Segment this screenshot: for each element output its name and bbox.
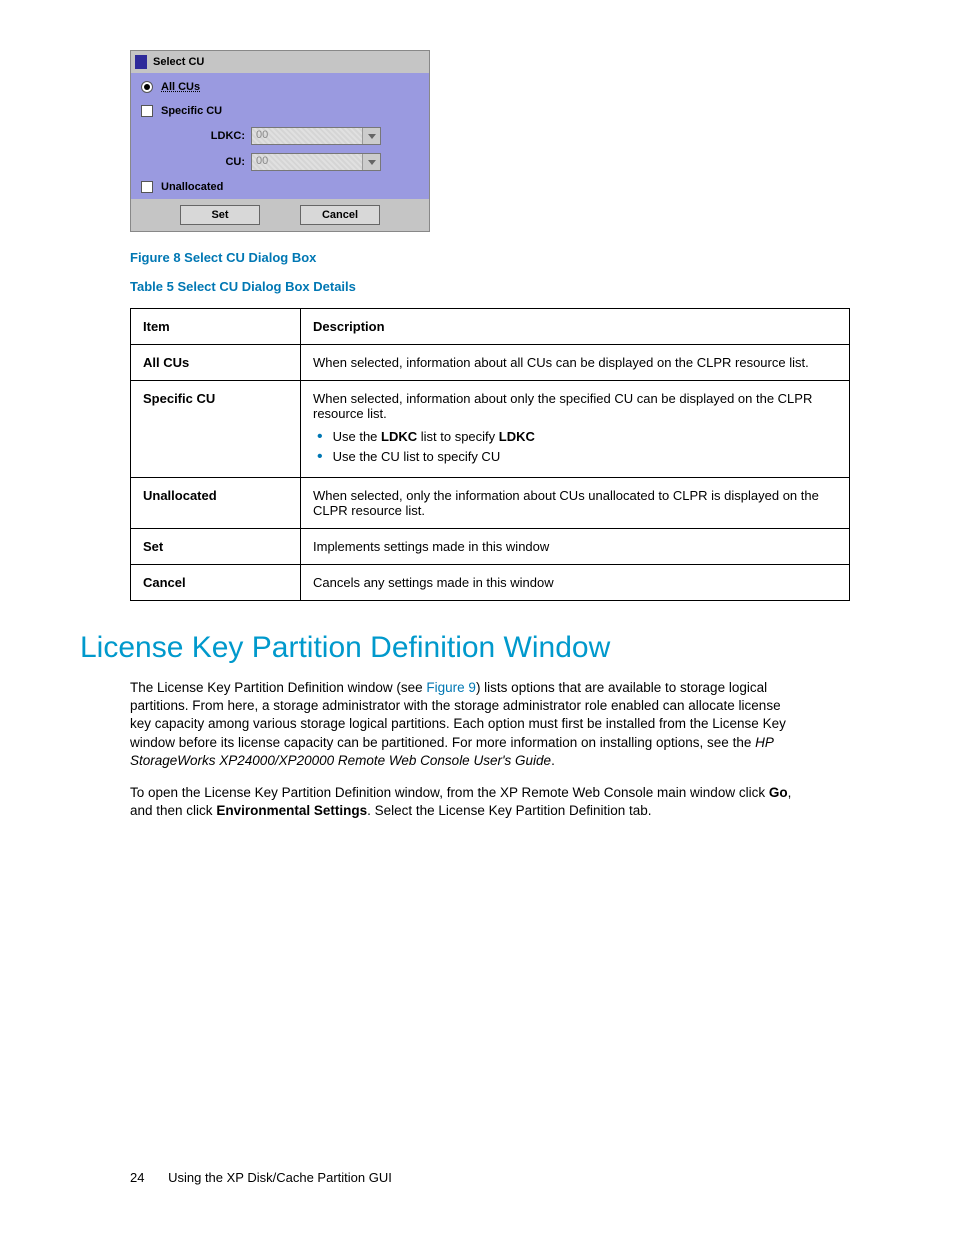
dropdown-button[interactable] — [362, 128, 380, 144]
cell-item: Unallocated — [131, 478, 301, 529]
cell-desc: When selected, information about only th… — [301, 381, 850, 478]
page-footer: 24 Using the XP Disk/Cache Partition GUI — [130, 1170, 392, 1185]
t: Go — [769, 785, 788, 800]
ldkc-value: 00 — [252, 128, 362, 144]
paragraph: The License Key Partition Definition win… — [130, 679, 804, 770]
figure-link[interactable]: Figure 9 — [426, 680, 476, 695]
cu-combo[interactable]: 00 — [251, 153, 381, 171]
dialog-box: Select CU All CUs Specific CU LDKC: 00 C… — [130, 50, 430, 232]
t: . Select the License Key Partition Defin… — [367, 803, 651, 818]
radio-unallocated-row[interactable]: Unallocated — [131, 175, 429, 199]
table-row: Specific CU When selected, information a… — [131, 381, 850, 478]
t: Use the CU list to specify CU — [333, 449, 501, 464]
section-heading: License Key Partition Definition Window — [80, 631, 874, 665]
dropdown-button[interactable] — [362, 154, 380, 170]
col-description: Description — [301, 309, 850, 345]
page-number: 24 — [130, 1170, 144, 1185]
ldkc-combo[interactable]: 00 — [251, 127, 381, 145]
paragraph: To open the License Key Partition Defini… — [130, 784, 804, 820]
cell-desc: Implements settings made in this window — [301, 529, 850, 565]
t: Environmental Settings — [216, 803, 367, 818]
title-square-icon — [135, 55, 147, 69]
cell-item: All CUs — [131, 345, 301, 381]
radio-icon[interactable] — [141, 105, 153, 117]
chevron-down-icon — [368, 160, 376, 165]
ldkc-label: LDKC: — [191, 130, 251, 142]
radio-icon[interactable] — [141, 181, 153, 193]
cell-desc: When selected, information about all CUs… — [301, 345, 850, 381]
radio-icon[interactable] — [141, 81, 153, 93]
set-button[interactable]: Set — [180, 205, 260, 225]
t: list to specify — [417, 429, 499, 444]
t: To open the License Key Partition Defini… — [130, 785, 769, 800]
radio-all-cus-row[interactable]: All CUs — [131, 75, 429, 99]
footer-text: Using the XP Disk/Cache Partition GUI — [168, 1170, 392, 1185]
dialog-body: All CUs Specific CU LDKC: 00 CU: 00 — [131, 73, 429, 199]
cancel-button[interactable]: Cancel — [300, 205, 380, 225]
cell-desc: When selected, only the information abou… — [301, 478, 850, 529]
radio-specific-cu-row[interactable]: Specific CU — [131, 99, 429, 123]
bullet-list: Use the LDKC list to specify LDKC Use th… — [313, 427, 837, 467]
radio-specific-cu-label: Specific CU — [161, 105, 222, 117]
col-item: Item — [131, 309, 301, 345]
ldkc-row: LDKC: 00 — [131, 123, 429, 149]
t: The License Key Partition Definition win… — [130, 680, 426, 695]
cell-item: Specific CU — [131, 381, 301, 478]
dialog-titlebar: Select CU — [131, 51, 429, 73]
table-row: Cancel Cancels any settings made in this… — [131, 565, 850, 601]
list-item: Use the CU list to specify CU — [317, 447, 837, 467]
list-item: Use the LDKC list to specify LDKC — [317, 427, 837, 447]
cell-desc: Cancels any settings made in this window — [301, 565, 850, 601]
select-cu-dialog: Select CU All CUs Specific CU LDKC: 00 C… — [130, 50, 874, 232]
chevron-down-icon — [368, 134, 376, 139]
table-header-row: Item Description — [131, 309, 850, 345]
t: LDKC — [381, 429, 417, 444]
table-caption: Table 5 Select CU Dialog Box Details — [130, 279, 874, 294]
t: . — [551, 753, 555, 768]
table-row: Set Implements settings made in this win… — [131, 529, 850, 565]
t: Use the — [333, 429, 381, 444]
table-row: All CUs When selected, information about… — [131, 345, 850, 381]
dialog-button-row: Set Cancel — [131, 199, 429, 231]
cu-label: CU: — [191, 156, 251, 168]
cell-item: Cancel — [131, 565, 301, 601]
desc-intro: When selected, information about only th… — [313, 391, 812, 421]
dialog-title: Select CU — [153, 56, 204, 68]
t: LDKC — [499, 429, 535, 444]
table-row: Unallocated When selected, only the info… — [131, 478, 850, 529]
radio-all-cus-label: All CUs — [161, 81, 200, 93]
radio-unallocated-label: Unallocated — [161, 181, 223, 193]
cu-value: 00 — [252, 154, 362, 170]
cell-item: Set — [131, 529, 301, 565]
cu-row: CU: 00 — [131, 149, 429, 175]
details-table: Item Description All CUs When selected, … — [130, 308, 850, 601]
figure-caption: Figure 8 Select CU Dialog Box — [130, 250, 874, 265]
